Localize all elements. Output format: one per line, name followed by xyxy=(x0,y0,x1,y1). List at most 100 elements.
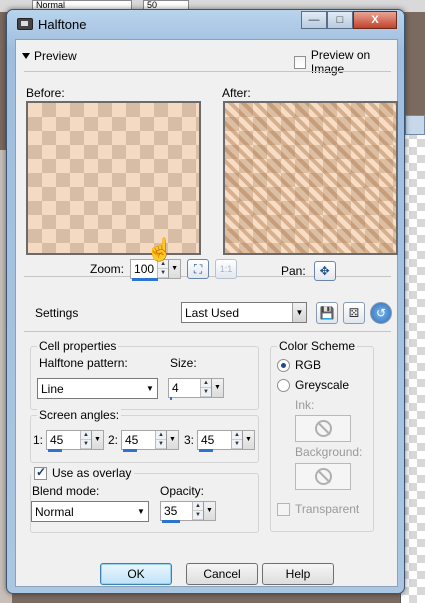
greyscale-radio[interactable]: Greyscale xyxy=(277,378,349,392)
blend-mode-value: Normal xyxy=(35,504,74,519)
opacity-label: Opacity: xyxy=(160,484,205,498)
background-label: Background: xyxy=(295,445,363,459)
spin-down-icon[interactable]: ▼ xyxy=(193,511,203,520)
angle-1-slider-bar[interactable] xyxy=(48,449,62,452)
help-button[interactable]: Help xyxy=(262,563,334,585)
angle-1-spin-arrows[interactable]: ▲ ▼ xyxy=(80,431,91,449)
opacity-dropdown-icon[interactable]: ▼ xyxy=(203,502,215,520)
transparent-label: Transparent xyxy=(295,502,360,516)
blend-mode-dropdown[interactable]: Normal ▼ xyxy=(31,501,149,522)
preset-value: Last Used xyxy=(185,305,240,320)
angle-1-value[interactable]: 45 xyxy=(47,431,80,449)
size-dropdown-icon[interactable]: ▼ xyxy=(211,379,223,397)
halftone-dialog: Halftone — □ X Preview Preview on Image … xyxy=(6,9,405,594)
cancel-button[interactable]: Cancel xyxy=(186,563,258,585)
background-color-swatch xyxy=(295,463,351,490)
no-color-icon xyxy=(314,468,332,485)
opacity-value[interactable]: 35 xyxy=(161,502,192,520)
opacity-slider-bar[interactable] xyxy=(162,520,180,523)
spin-down-icon[interactable]: ▼ xyxy=(201,388,211,397)
before-preview[interactable] xyxy=(26,101,201,255)
halftone-pattern-value: Line xyxy=(41,381,64,396)
spin-up-icon[interactable]: ▲ xyxy=(193,502,203,511)
after-label: After: xyxy=(222,86,251,100)
spin-down-icon[interactable]: ▼ xyxy=(158,269,169,278)
spin-down-icon[interactable]: ▼ xyxy=(156,440,166,449)
size-spin-arrows[interactable]: ▲ ▼ xyxy=(200,379,211,397)
angle-3-dropdown-icon[interactable]: ▼ xyxy=(242,431,254,449)
angle-2-spin-arrows[interactable]: ▲ ▼ xyxy=(155,431,166,449)
window-title: Halftone xyxy=(38,17,87,32)
halftone-pattern-dropdown[interactable]: Line ▼ xyxy=(37,378,158,399)
angle-3-spin-arrows[interactable]: ▲ ▼ xyxy=(231,431,242,449)
angle-3-stepper[interactable]: 45 ▲ ▼ ▼ xyxy=(197,430,255,452)
ink-label: Ink: xyxy=(295,398,315,412)
reset-button[interactable]: ↺ xyxy=(370,302,392,324)
use-as-overlay-label: Use as overlay xyxy=(52,466,132,480)
title-bar[interactable]: Halftone — □ X xyxy=(7,10,404,38)
size-slider-bar[interactable] xyxy=(170,397,172,400)
app-icon xyxy=(17,18,33,30)
spin-down-icon[interactable]: ▼ xyxy=(81,440,91,449)
halftone-pattern-label: Halftone pattern: xyxy=(39,356,128,370)
spin-up-icon[interactable]: ▲ xyxy=(201,379,211,388)
no-color-icon xyxy=(314,420,332,437)
ink-color-swatch xyxy=(295,415,351,442)
rgb-radio[interactable]: RGB xyxy=(277,358,321,372)
angle-3-value[interactable]: 45 xyxy=(198,431,231,449)
after-preview[interactable] xyxy=(223,101,398,255)
angle-2-stepper[interactable]: 45 ▲ ▼ ▼ xyxy=(121,430,179,452)
preview-toggle[interactable]: Preview xyxy=(22,49,77,63)
dice-icon: ⚄ xyxy=(348,306,360,320)
spin-down-icon[interactable]: ▼ xyxy=(232,440,242,449)
actual-size-label: 1:1 xyxy=(219,264,233,274)
opacity-stepper[interactable]: 35 ▲ ▼ ▼ xyxy=(160,501,216,523)
angle-2-slider-bar[interactable] xyxy=(123,449,137,452)
screen-angles-group: Screen angles: 1: 45 ▲ ▼ ▼ 2: 45 ▲ ▼ ▼ 3: xyxy=(30,408,259,463)
preview-on-image-box[interactable] xyxy=(294,55,306,69)
pan-controls: Pan: ✥ xyxy=(281,261,336,281)
greyscale-radio-button[interactable] xyxy=(277,378,290,392)
dialog-client-area: Preview Preview on Image Before: After: … xyxy=(15,39,398,587)
minimize-button[interactable]: — xyxy=(301,11,327,29)
background-window-control[interactable] xyxy=(405,115,425,135)
move-arrows-icon: ✥ xyxy=(319,264,330,278)
rgb-radio-button[interactable] xyxy=(277,358,290,372)
size-stepper[interactable]: 4 ▲ ▼ ▼ xyxy=(168,378,224,400)
angle-1-dropdown-icon[interactable]: ▼ xyxy=(91,431,103,449)
preset-dropdown[interactable]: Last Used ▼ xyxy=(181,302,307,323)
angle-2-label: 2: xyxy=(108,433,119,447)
spin-up-icon[interactable]: ▲ xyxy=(232,431,242,440)
before-label: Before: xyxy=(26,86,65,100)
chevron-down-icon[interactable]: ▼ xyxy=(134,502,148,521)
angle-2-value[interactable]: 45 xyxy=(122,431,155,449)
spin-up-icon[interactable]: ▲ xyxy=(156,431,166,440)
maximize-button[interactable]: □ xyxy=(327,11,353,29)
pan-button[interactable]: ✥ xyxy=(313,261,336,281)
save-disk-icon: 💾 xyxy=(319,306,335,320)
color-scheme-group: Color Scheme RGB Greyscale Ink: Backgrou… xyxy=(270,339,374,532)
use-as-overlay-box[interactable] xyxy=(34,465,47,480)
angle-3-slider-bar[interactable] xyxy=(199,449,213,452)
blend-mode-label: Blend mode: xyxy=(32,484,100,498)
chevron-down-icon[interactable]: ▼ xyxy=(143,379,157,398)
ok-button[interactable]: OK xyxy=(100,563,172,585)
use-as-overlay-checkbox[interactable]: Use as overlay xyxy=(31,465,135,480)
size-value[interactable]: 4 xyxy=(169,379,200,397)
randomize-button[interactable]: ⚄ xyxy=(343,302,365,324)
zoom-fit-button[interactable]: ⛶ xyxy=(187,259,210,279)
opacity-spin-arrows[interactable]: ▲ ▼ xyxy=(192,502,203,520)
zoom-slider-bar[interactable] xyxy=(132,278,159,281)
preview-toggle-label: Preview xyxy=(34,49,77,63)
fit-window-icon: ⛶ xyxy=(193,261,203,276)
close-button[interactable]: X xyxy=(353,11,397,29)
save-preset-button[interactable]: 💾 xyxy=(316,302,338,324)
chevron-down-icon[interactable]: ▼ xyxy=(292,303,306,322)
angle-2-dropdown-icon[interactable]: ▼ xyxy=(166,431,178,449)
zoom-actual-size-button[interactable]: 1:1 xyxy=(215,259,238,279)
zoom-label: Zoom: xyxy=(90,262,125,276)
collapse-triangle-icon xyxy=(22,53,30,59)
spin-up-icon[interactable]: ▲ xyxy=(81,431,91,440)
angle-1-stepper[interactable]: 45 ▲ ▼ ▼ xyxy=(46,430,104,452)
screen-angles-label: Screen angles: xyxy=(37,408,122,422)
